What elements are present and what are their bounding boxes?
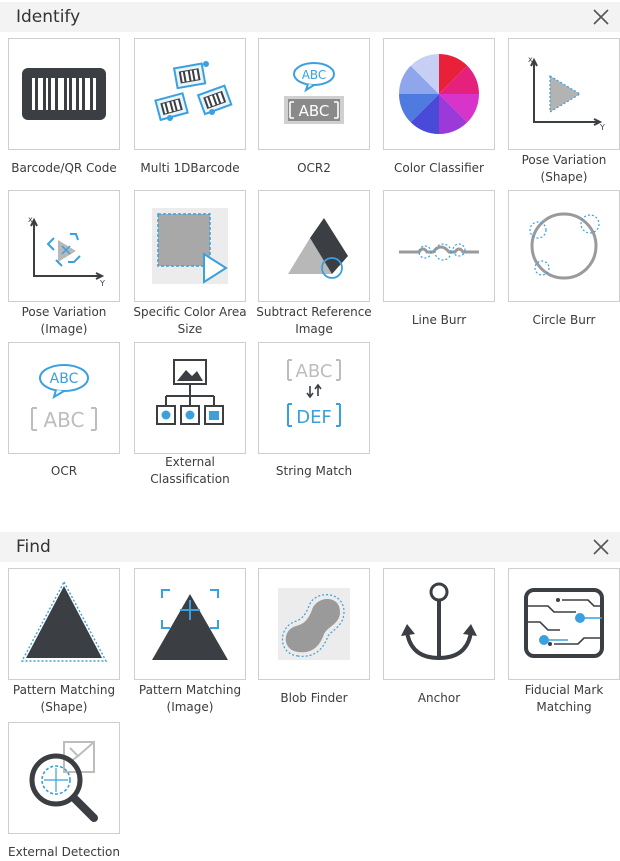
pose-shape-icon: x Y: [528, 55, 605, 132]
tool-specific-color-area[interactable]: [134, 190, 246, 302]
tool-anchor[interactable]: [383, 568, 495, 680]
svg-text:DEF: DEF: [296, 407, 332, 428]
tool-label-fiducial-mark-matching: Fiducial Mark Matching: [524, 683, 604, 714]
pose-image-icon: x Y: [28, 215, 105, 288]
tool-label-ocr2: OCR2: [297, 161, 331, 175]
close-icon: [593, 9, 609, 25]
tool-label-subtract-reference-image: Subtract Reference Image: [256, 305, 372, 336]
tool-label-line-burr: Line Burr: [411, 313, 467, 327]
tool-pose-variation-image[interactable]: x Y: [8, 190, 120, 302]
svg-text:Y: Y: [599, 123, 605, 132]
svg-text:ABC: ABC: [296, 361, 333, 382]
tool-ocr[interactable]: ABC ABC: [8, 342, 120, 454]
tool-barcode-qr[interactable]: [8, 38, 120, 150]
tool-external-detection[interactable]: [8, 722, 120, 834]
tool-label-multi-1dbarcode: Multi 1DBarcode: [140, 161, 240, 175]
svg-text:ABC: ABC: [302, 68, 327, 82]
svg-text:ABC: ABC: [299, 102, 330, 120]
identify-panel: Identify Barcode/QR Code Multi 1DBarcode…: [0, 2, 620, 490]
tool-label-string-match: String Match: [275, 464, 353, 478]
svg-text:x: x: [528, 55, 533, 64]
tool-label-barcode-qr: Barcode/QR Code: [11, 161, 117, 175]
find-close-button[interactable]: [588, 534, 614, 560]
identify-header: Identify: [0, 2, 620, 32]
tool-line-burr[interactable]: [383, 190, 495, 302]
color-wheel-icon: [399, 53, 479, 135]
tool-label-color-classifier: Color Classifier: [394, 161, 484, 175]
tool-color-classifier[interactable]: [383, 38, 495, 150]
anchor-icon: [401, 582, 477, 661]
find-header: Find: [0, 532, 620, 562]
tool-fiducial-mark-matching[interactable]: [508, 568, 620, 680]
tool-label-pose-variation-shape: Pose Variation (Shape): [521, 153, 607, 184]
tool-circle-burr[interactable]: [508, 190, 620, 302]
find-title: Find: [16, 537, 51, 557]
tool-label-specific-color-area: Specific Color Area Size: [133, 305, 247, 336]
tool-string-match[interactable]: ABC DEF: [258, 342, 370, 454]
tool-label-ocr: OCR: [50, 464, 78, 478]
tool-external-classification[interactable]: [134, 342, 246, 454]
identify-title: Identify: [16, 7, 81, 27]
fiducial-mark-icon: [524, 588, 604, 658]
external-classification-icon: [156, 359, 224, 425]
blob-finder-icon: [278, 588, 350, 660]
svg-text:ABC: ABC: [43, 408, 84, 432]
close-icon: [593, 539, 609, 555]
tool-label-external-classification: External Classification: [150, 455, 230, 486]
pattern-image-icon: [152, 589, 228, 660]
tool-label-pattern-matching-image: Pattern Matching (Image): [138, 683, 242, 714]
tool-pattern-matching-shape[interactable]: [8, 568, 120, 680]
svg-text:x: x: [28, 215, 33, 224]
color-area-icon: [152, 208, 228, 284]
tool-subtract-reference-image[interactable]: [258, 190, 370, 302]
string-match-icon: ABC DEF: [287, 359, 341, 428]
find-panel: Find Pattern Matching (Shape) Pattern Mat…: [0, 532, 620, 861]
circle-burr-icon: [529, 212, 600, 280]
tool-label-external-detection: External Detection: [8, 845, 120, 859]
line-burr-icon: [399, 243, 479, 261]
pattern-shape-icon: [20, 580, 108, 662]
tool-label-anchor: Anchor: [417, 691, 461, 705]
identify-close-button[interactable]: [588, 4, 614, 30]
multi-barcode-icon: [154, 61, 233, 122]
tool-pose-variation-shape[interactable]: x Y: [508, 38, 620, 150]
tool-label-pattern-matching-shape: Pattern Matching (Shape): [12, 683, 116, 714]
tool-label-blob-finder: Blob Finder: [280, 691, 348, 705]
svg-text:ABC: ABC: [50, 371, 79, 387]
tool-label-pose-variation-image: Pose Variation (Image): [21, 305, 107, 336]
tool-multi-1dbarcode[interactable]: [134, 38, 246, 150]
subtract-reference-icon: [288, 218, 348, 279]
tool-label-circle-burr: Circle Burr: [532, 313, 596, 327]
svg-text:Y: Y: [99, 279, 105, 288]
tool-pattern-matching-image[interactable]: [134, 568, 246, 680]
barcode-icon: [22, 68, 106, 120]
external-detection-icon: [29, 741, 98, 822]
ocr-icon: ABC ABC: [31, 364, 97, 432]
ocr2-icon: ABC ABC: [284, 62, 344, 124]
tool-ocr2[interactable]: ABC ABC: [258, 38, 370, 150]
tool-blob-finder[interactable]: [258, 568, 370, 680]
